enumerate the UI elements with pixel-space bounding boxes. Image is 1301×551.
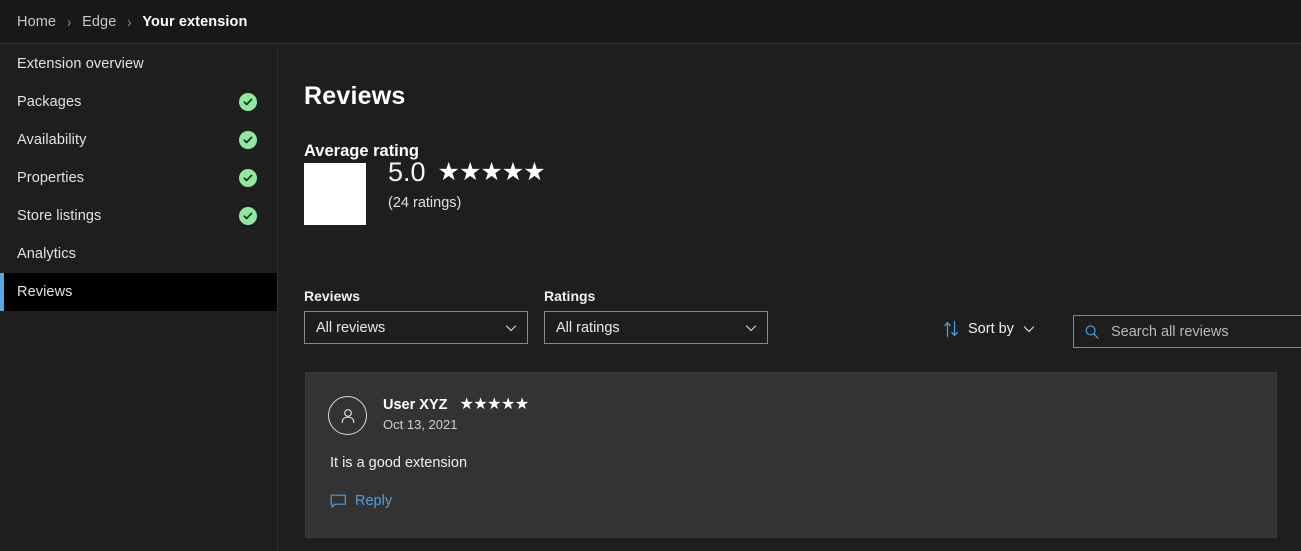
review-stars-icon: ★★★★★ bbox=[459, 396, 529, 413]
sidebar-item-label: Analytics bbox=[17, 246, 76, 262]
reviews-filter-group: Reviews All reviews bbox=[304, 288, 528, 344]
chevron-down-icon bbox=[1022, 322, 1036, 336]
sort-by-label: Sort by bbox=[968, 321, 1014, 337]
ratings-filter-label: Ratings bbox=[544, 288, 596, 304]
check-circle-icon bbox=[239, 207, 257, 225]
breadcrumb-item-current: Your extension bbox=[142, 13, 248, 30]
review-author-name: User XYZ bbox=[383, 397, 448, 413]
reviews-filter-label: Reviews bbox=[304, 288, 361, 304]
sidebar: Extension overview Packages Availability… bbox=[0, 45, 278, 551]
sidebar-item-reviews[interactable]: Reviews bbox=[0, 273, 277, 311]
review-meta: User XYZ ★★★★★ Oct 13, 2021 bbox=[383, 396, 529, 433]
sidebar-item-label: Extension overview bbox=[17, 56, 144, 72]
average-rating-block: 5.0 ★★★★★ (24 ratings) bbox=[304, 159, 546, 225]
ratings-filter-value: All ratings bbox=[556, 319, 620, 336]
review-header: User XYZ ★★★★★ Oct 13, 2021 bbox=[328, 396, 529, 435]
search-icon bbox=[1084, 324, 1100, 340]
review-date: Oct 13, 2021 bbox=[383, 417, 458, 432]
search-input[interactable] bbox=[1109, 322, 1300, 341]
sidebar-item-label: Store listings bbox=[17, 208, 102, 224]
ratings-filter-group: Ratings All ratings bbox=[544, 288, 768, 344]
main-content: Reviews Average rating 5.0 ★★★★★ (24 rat… bbox=[279, 45, 1301, 551]
sort-arrows-icon bbox=[943, 320, 960, 338]
extension-logo-placeholder bbox=[304, 163, 366, 225]
breadcrumb-item-home[interactable]: Home bbox=[17, 14, 56, 30]
avatar-person-icon bbox=[328, 396, 367, 435]
review-body-text: It is a good extension bbox=[330, 455, 468, 471]
sidebar-item-label: Availability bbox=[17, 132, 87, 148]
sidebar-item-properties[interactable]: Properties bbox=[0, 159, 277, 197]
sort-by-button[interactable]: Sort by bbox=[943, 320, 1036, 338]
rating-summary: 5.0 ★★★★★ (24 ratings) bbox=[388, 157, 546, 212]
check-circle-icon bbox=[239, 93, 257, 111]
sidebar-item-label: Properties bbox=[17, 170, 85, 186]
sidebar-item-label: Packages bbox=[17, 94, 82, 110]
search-box[interactable] bbox=[1073, 315, 1301, 348]
breadcrumb-item-edge[interactable]: Edge bbox=[82, 14, 116, 30]
breadcrumb-separator-icon: › bbox=[127, 12, 132, 31]
review-card: User XYZ ★★★★★ Oct 13, 2021 It is a good… bbox=[305, 372, 1277, 538]
sidebar-item-packages[interactable]: Packages bbox=[0, 83, 277, 121]
breadcrumb-separator-icon: › bbox=[67, 12, 72, 31]
page-title: Reviews bbox=[304, 81, 406, 110]
rating-value-row: 5.0 ★★★★★ bbox=[388, 157, 546, 187]
review-author-row: User XYZ ★★★★★ bbox=[383, 396, 529, 414]
breadcrumb-bar: Home › Edge › Your extension bbox=[0, 0, 1301, 44]
sidebar-item-availability[interactable]: Availability bbox=[0, 121, 277, 159]
chevron-down-icon bbox=[744, 321, 758, 335]
sidebar-item-analytics[interactable]: Analytics bbox=[0, 235, 277, 273]
average-rating-stars-icon: ★★★★★ bbox=[437, 158, 546, 186]
chevron-down-icon bbox=[504, 321, 518, 335]
sidebar-item-extension-overview[interactable]: Extension overview bbox=[0, 45, 277, 83]
sidebar-item-label: Reviews bbox=[17, 284, 73, 300]
reply-button[interactable]: Reply bbox=[330, 493, 392, 509]
reviews-filter-select[interactable]: All reviews bbox=[304, 311, 528, 344]
ratings-filter-select[interactable]: All ratings bbox=[544, 311, 768, 344]
check-circle-icon bbox=[239, 169, 257, 187]
rating-count-text: (24 ratings) bbox=[388, 195, 462, 211]
reply-label: Reply bbox=[355, 493, 393, 509]
sidebar-item-store-listings[interactable]: Store listings bbox=[0, 197, 277, 235]
filters-toolbar: Reviews All reviews Ratings All ratings bbox=[304, 288, 1301, 409]
reviews-filter-value: All reviews bbox=[316, 319, 386, 336]
check-circle-icon bbox=[239, 131, 257, 149]
comment-bubble-icon bbox=[330, 494, 347, 509]
average-rating-value: 5.0 bbox=[388, 157, 426, 187]
